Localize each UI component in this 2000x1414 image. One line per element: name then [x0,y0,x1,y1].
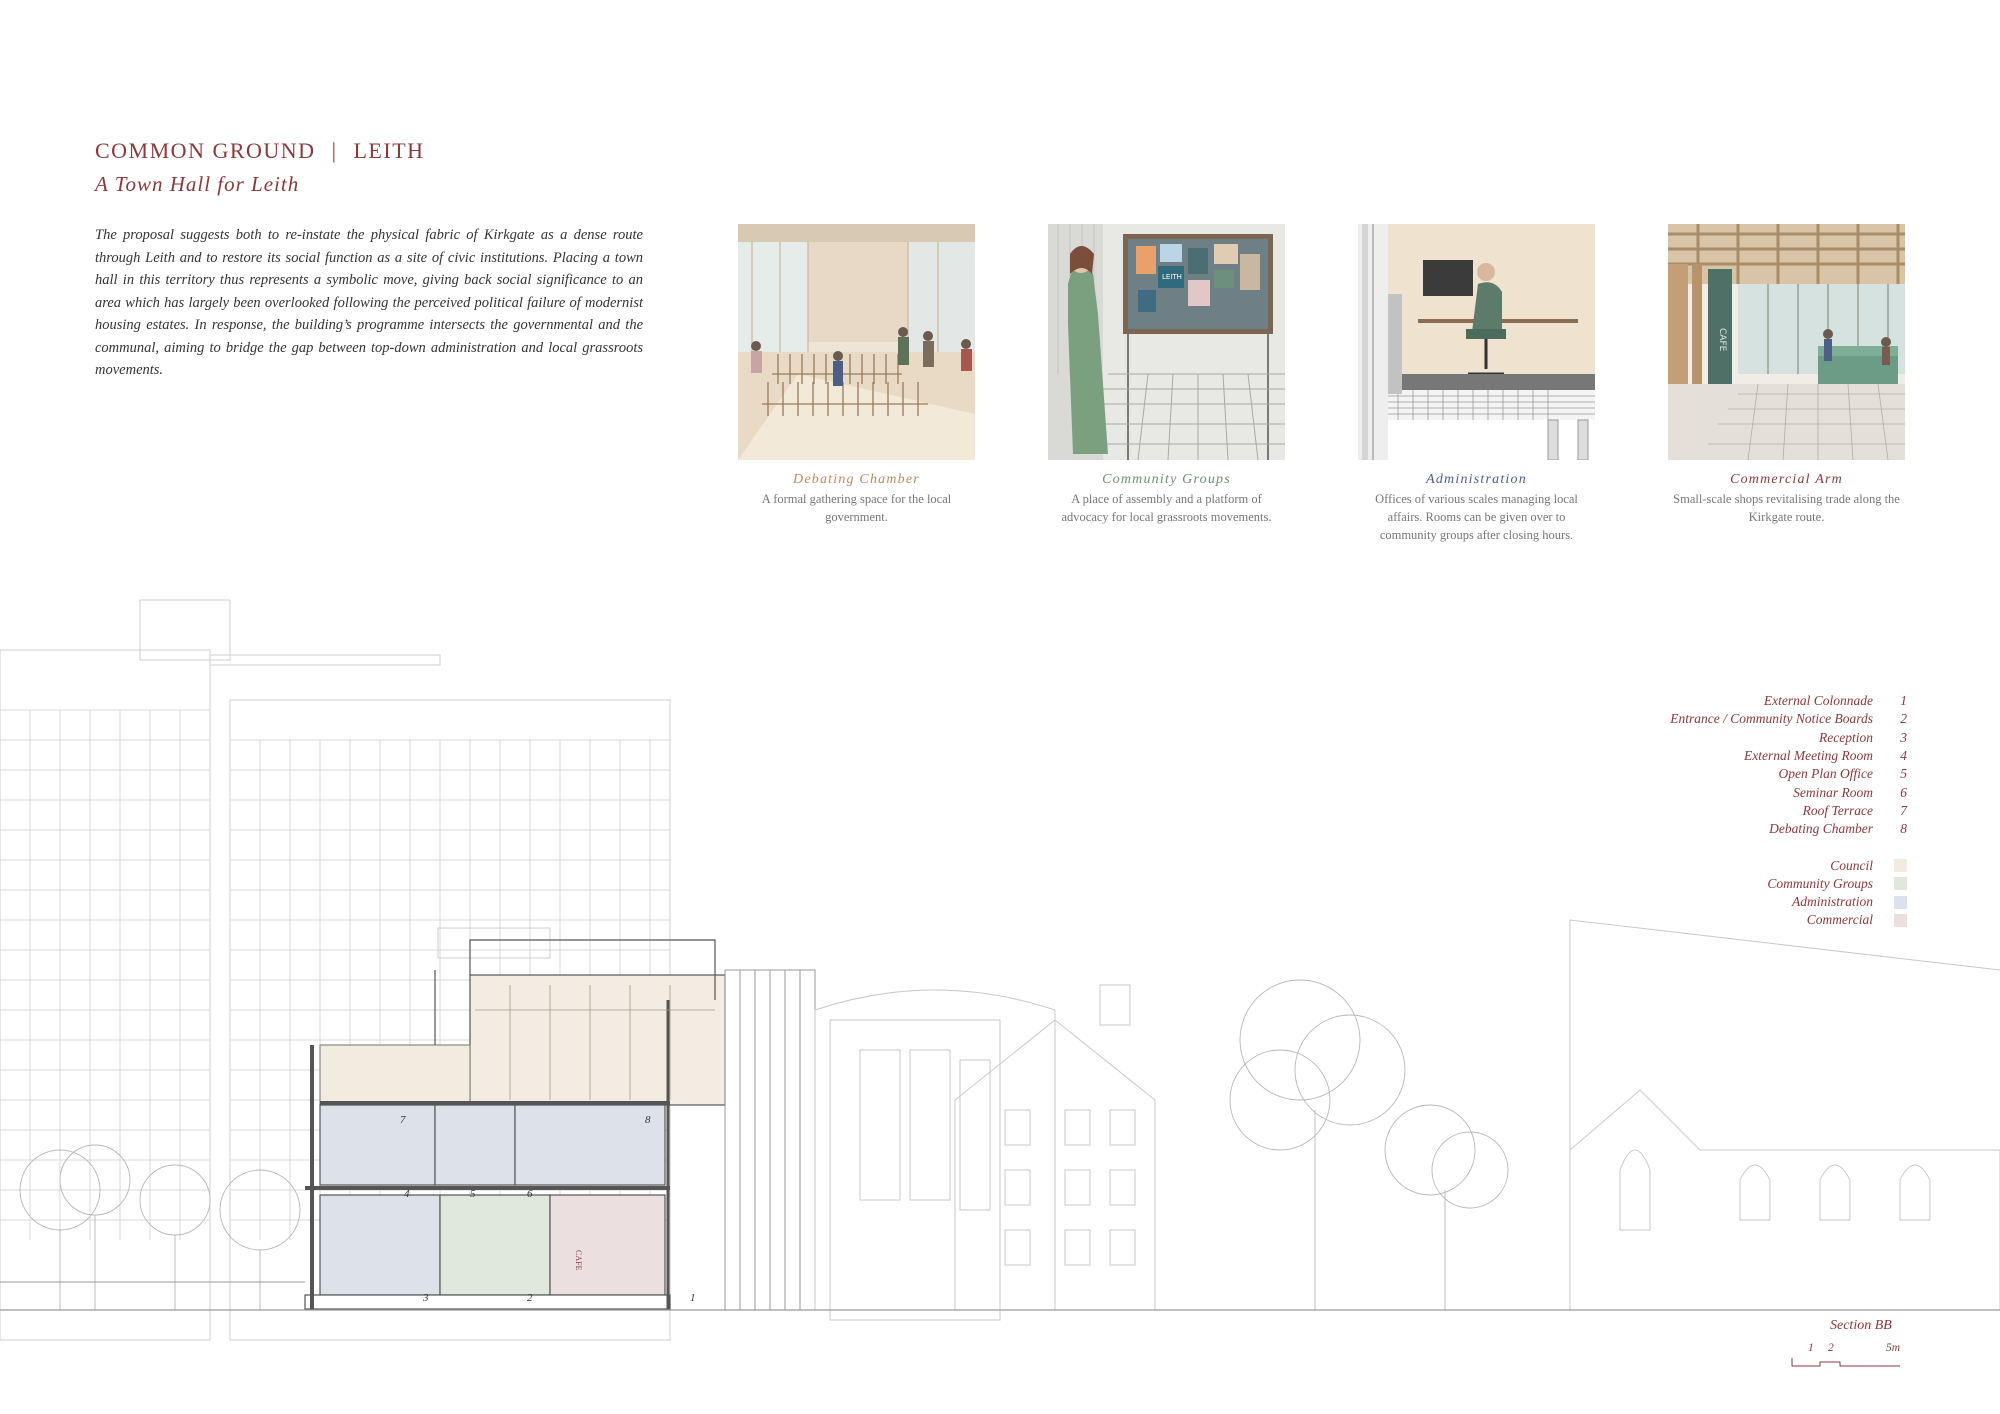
tower-block-left [0,649,211,1341]
zone-seminar [514,1104,666,1186]
commercial-arm-image: CAFE [1668,224,1905,460]
room-number-8: 8 [645,1114,651,1126]
tower-core [139,599,231,661]
room-number-3: 3 [422,1292,429,1304]
stair-tower [724,969,816,1311]
vignette-description: Offices of various scales managing local… [1375,492,1578,542]
community-groups-image: LEITH [1048,224,1285,460]
vignette-title: Community Groups [1102,472,1231,487]
zone-debating-chamber [469,974,726,1106]
scale-tick-1: 1 [1808,1342,1814,1354]
zone-roof-terrace [319,1044,471,1106]
section-drawing: CAFE 7 8 4 5 6 3 2 1 [0,599,2000,1341]
vignette-community-groups: LEITH Community Groups A place of assemb… [1048,224,1285,526]
vignette-title: Administration [1426,472,1527,487]
neighbour-buildings [814,919,2000,1321]
section-title: Section BB [1830,1318,1892,1333]
vignette-administration: Administration Offices of various scales… [1358,224,1595,544]
cafe-sign-text: CAFE [1717,328,1727,352]
zone-reception [319,1194,441,1296]
slab-ground [304,1294,671,1310]
vignette-title: Commercial Arm [1730,472,1843,487]
room-number-6: 6 [527,1188,533,1200]
trees [19,979,1509,1310]
room-number-4: 4 [404,1188,410,1200]
intro-paragraph: The proposal suggests both to re-instate… [95,227,643,378]
cafe-section-text: CAFE [574,1250,583,1271]
page-subtitle: A Town Hall for Leith [95,172,300,196]
curved-building [814,989,1056,1311]
room-number-2: 2 [527,1292,533,1304]
vignette-description: A formal gathering space for the local g… [761,492,952,524]
title-common-ground: COMMON GROUND [95,138,316,163]
vignette-description: A place of assembly and a platform of ad… [1061,492,1272,524]
title-leith: LEITH [353,138,425,163]
tower-plant-box [437,927,551,959]
zone-meeting-room [319,1104,436,1186]
zone-entrance [439,1194,551,1296]
town-hall-section [304,939,726,1310]
tower-top [209,654,441,666]
mid-building [829,1019,1001,1321]
page-title: COMMON GROUND | LEITH [95,138,425,164]
room-number-7: 7 [400,1114,406,1126]
title-separator: | [331,138,338,163]
scale-bar [1791,1358,1900,1367]
notice-text: LEITH [1162,273,1182,281]
church [1569,940,2000,1311]
cafe-zone-label: CAFE [574,1250,583,1271]
administration-image [1358,224,1595,460]
vignette-commercial-arm: CAFE Commercial Arm Small-scale shops re… [1668,224,1905,526]
room-number-1: 1 [690,1292,696,1304]
vignette-debating-chamber: Debating Chamber A formal gathering spac… [738,224,975,526]
scale-tick-2: 2 [1828,1342,1834,1354]
zone-cafe [549,1194,666,1296]
vignette-description: Small-scale shops revitalising trade alo… [1673,492,1900,524]
debating-chamber-image [738,224,975,460]
room-number-5: 5 [470,1188,476,1200]
zone-office [434,1104,516,1186]
vignette-title: Debating Chamber [793,472,920,487]
scale-tick-5m: 5m [1886,1342,1901,1354]
